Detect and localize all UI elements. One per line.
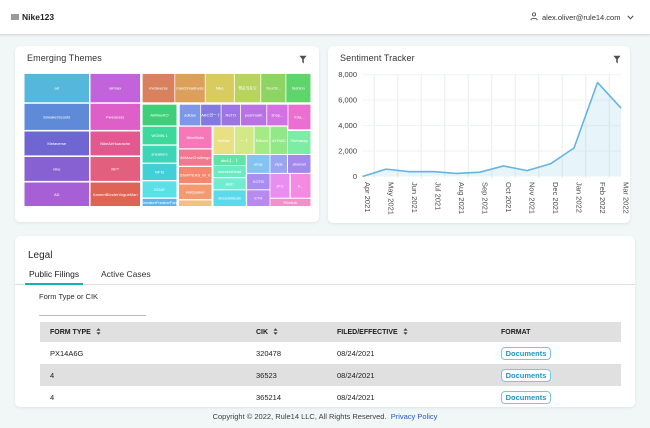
svg-text:Kria...: Kria... [294,115,304,120]
svg-text:May 2021: May 2021 [387,182,396,215]
svg-text:Nov 2021: Nov 2021 [528,182,537,214]
svg-text:AirMaxKO: AirMaxKO [150,113,168,118]
svg-text:GreenBitcoin: GreenBitcoin [218,196,241,201]
svg-text:Jun 2021: Jun 2021 [410,182,419,213]
svg-text:airmax: airmax [109,86,121,91]
svg-text:Jul 2021: Jul 2021 [434,182,443,210]
svg-text:ReTO: ReTO [225,113,236,118]
svg-text:GOAT: GOAT [154,187,166,192]
svg-text:행운의듀오: 행운의듀오 [238,85,257,91]
svg-text:NikeKicks: NikeKicks [186,135,204,140]
svg-text:marchmadness: marchmadness [176,86,203,91]
svg-text:2,000: 2,000 [338,147,357,156]
svg-text:YourSt...: YourSt... [266,86,281,91]
svg-text:Jan 2022: Jan 2022 [575,182,584,213]
svg-text:Nike: Nike [216,86,225,91]
svg-text:sneakers: sneakers [151,152,167,157]
svg-text:HalQuaker: HalQuaker [186,189,206,194]
svg-text:shop...: shop... [271,113,283,118]
svg-text:Feb 2022: Feb 2022 [598,182,607,214]
svg-text:NikeAirHuarache: NikeAirHuarache [100,141,131,146]
svg-text:4,000: 4,000 [338,121,357,130]
svg-text:adidas: adidas [184,113,196,118]
svg-text:WOMN 1: WOMN 1 [151,133,168,138]
svg-text:ㅡ ㅑ: ㅡ ㅑ [240,137,248,143]
svg-text:nike: nike [53,166,61,171]
svg-text:abc냐 - ㅑ: abc냐 - ㅑ [221,157,238,163]
svg-text:Metaverse: Metaverse [47,141,66,146]
svg-text:Oct 2021: Oct 2021 [504,182,513,212]
svg-text:fashion: fashion [292,86,305,91]
svg-text:ebay: ebay [254,161,263,166]
svg-text:AD: AD [54,192,60,197]
svg-text:KanemBünderVogueMan: KanemBünderVogueMan [93,192,138,197]
svg-text:ABC: ABC [226,181,234,186]
svg-text:Giveaway: Giveaway [290,138,308,143]
svg-text:Mar 2022: Mar 2022 [622,182,631,214]
svg-text:SneakerFreakerFam: SneakerFreakerFam [141,200,178,205]
svg-text:Reebok: Reebok [284,200,298,205]
svg-text:metaverse: metaverse [149,86,168,91]
svg-text:SneakerScouts: SneakerScouts [43,114,70,119]
svg-text:style: style [275,161,284,166]
svg-text:AYRAD: AYRAD [272,138,286,143]
svg-text:ETH: ETH [254,196,262,201]
svg-text:6,000: 6,000 [338,96,357,105]
svg-text:ABC인ㅡㅏ: ABC인ㅡㅏ [201,112,220,118]
svg-text:NFTs: NFTs [155,169,164,174]
svg-text:Sep 2021: Sep 2021 [481,182,490,214]
svg-text:8,000: 8,000 [338,70,357,79]
svg-text:AirMax: AirMax [218,138,230,143]
svg-text:sneakerhead: sneakerhead [218,169,241,174]
svg-text:Aug 2021: Aug 2021 [457,182,466,214]
svg-text:Apr 2021: Apr 2021 [363,182,372,212]
svg-text:NFT: NFT [111,166,119,171]
svg-text:poshmark: poshmark [245,113,263,118]
svg-text:JFC: JFC [276,183,283,188]
svg-text:KOTB: KOTB [253,179,264,184]
svg-text:Dec 2021: Dec 2021 [551,182,560,214]
svg-text:SNIPPERS_M_K: SNIPPERS_M_K [180,173,211,178]
svg-text:Fwenesss: Fwenesss [106,114,124,119]
svg-text:AirMaxChallenge: AirMaxChallenge [180,155,211,160]
svg-text:0: 0 [353,172,357,181]
svg-text:Bitcoin: Bitcoin [256,138,268,143]
svg-text:F...: F... [298,183,303,188]
svg-text:ad: ad [55,86,59,91]
svg-text:abonart: abonart [292,161,306,166]
